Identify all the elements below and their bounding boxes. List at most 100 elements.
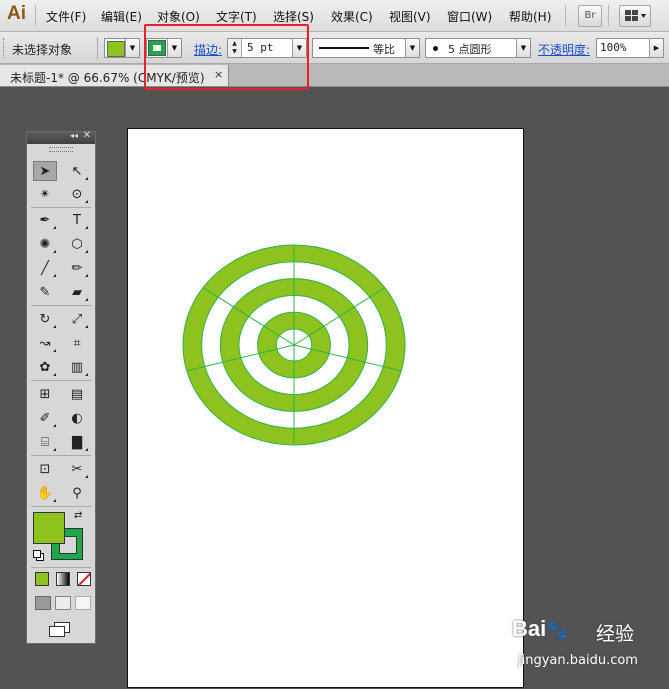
pencil-tool-icon[interactable]: ✏	[65, 258, 89, 278]
polygon-tool-icon[interactable]: ⬡	[65, 234, 89, 254]
stroke-profile-dropdown[interactable]: 等比 ▼	[312, 38, 420, 58]
menu-bar: Ai 文件(F) 编辑(E) 对象(O) 文字(T) 选择(S) 效果(C) 视…	[0, 0, 669, 32]
menu-view[interactable]: 视图(V)	[389, 8, 431, 25]
menu-effect[interactable]: 效果(C)	[331, 8, 373, 25]
concentric-ring-artwork[interactable]	[128, 129, 525, 689]
screen-mode-icon[interactable]	[49, 622, 71, 637]
panel-grip-icon[interactable]	[49, 147, 73, 152]
hand-tool-icon[interactable]: ✋	[33, 483, 57, 503]
tool-divider	[31, 567, 91, 568]
fill-swatch	[107, 41, 125, 57]
tools-panel: ◂◂ ✕ ➤ ↖ ✴ ⊙ ✒ T ✺ ⬡ ╱ ✏ ✎ ▰ ↻ ⤢ ↝ ⌗ ✿ ▥…	[26, 130, 96, 644]
baidu-jingyan-watermark: Bai🐾 经验 jingyan.baidu.com	[512, 616, 662, 676]
menu-type[interactable]: 文字(T)	[216, 8, 257, 25]
blend-tool-icon[interactable]: ◐	[65, 408, 89, 428]
stroke-weight-input[interactable]: 5 pt	[247, 39, 274, 57]
opacity-value-input[interactable]: 100%	[600, 39, 627, 57]
stepper-arrows-icon[interactable]: ▲ ▼	[228, 39, 242, 57]
gradient-mode-button[interactable]	[56, 572, 70, 586]
menu-select[interactable]: 选择(S)	[273, 8, 314, 25]
scale-tool-icon[interactable]: ⤢	[65, 309, 89, 329]
free-transform-tool-icon[interactable]: ⌗	[65, 333, 89, 353]
close-icon[interactable]: ×	[214, 68, 223, 81]
tool-divider	[31, 305, 91, 306]
menu-file[interactable]: 文件(F)	[46, 8, 86, 25]
menu-help[interactable]: 帮助(H)	[509, 8, 551, 25]
tool-divider	[31, 506, 91, 507]
eraser-tool-icon[interactable]: ▰	[65, 282, 89, 302]
menu-object[interactable]: 对象(O)	[157, 8, 200, 25]
workspace-switcher-button[interactable]	[619, 5, 651, 27]
stroke-swatch	[148, 40, 166, 56]
round-brush-dot-icon	[433, 46, 438, 51]
draw-normal-icon[interactable]	[35, 596, 51, 610]
document-tab-label: 未标题-1* @ 66.67% (CMYK/预览)	[10, 71, 205, 85]
panel-grip-icon	[3, 38, 7, 58]
rotate-tool-icon[interactable]: ↻	[33, 309, 57, 329]
mesh-tool-icon[interactable]: ⊞	[33, 384, 57, 404]
flare-tool-icon[interactable]: ✺	[33, 234, 57, 254]
direct-selection-tool-icon[interactable]: ↖	[65, 161, 89, 181]
document-tab[interactable]: 未标题-1* @ 66.67% (CMYK/预览) ×	[0, 65, 229, 86]
symbol-tool-icon[interactable]: ⌸	[33, 432, 57, 452]
collapse-panel-icon[interactable]: ◂◂	[70, 131, 78, 140]
brush-definition-dropdown[interactable]: 5 点圆形 ▼	[425, 38, 531, 58]
stroke-profile-line-icon	[319, 47, 369, 49]
workspace-grid-icon	[625, 10, 646, 21]
stroke-panel-link[interactable]: 描边:	[194, 41, 222, 58]
close-panel-icon[interactable]: ✕	[83, 130, 91, 141]
chevron-down-icon: ▼	[125, 39, 139, 57]
draw-inside-icon[interactable]	[75, 596, 91, 610]
selection-tool-icon[interactable]: ➤	[33, 161, 57, 181]
stroke-weight-stepper[interactable]: ▲ ▼ 5 pt ▼	[227, 38, 307, 58]
chevron-down-icon: ▼	[292, 39, 306, 57]
type-tool-icon[interactable]: T	[65, 210, 89, 230]
swap-fill-stroke-icon[interactable]: ⇄	[74, 510, 82, 521]
fill-swatch-dropdown[interactable]: ▼	[104, 38, 140, 58]
magic-wand-tool-icon[interactable]: ✴	[33, 184, 57, 204]
knife-tool-icon[interactable]: ✂	[65, 459, 89, 479]
warp-tool-icon[interactable]: ↝	[33, 333, 57, 353]
symbol-sprayer-tool-icon[interactable]: ✿	[33, 357, 57, 377]
menu-divider	[565, 5, 566, 26]
chevron-down-icon: ▼	[405, 39, 419, 57]
bridge-button[interactable]: Br	[578, 5, 602, 27]
zoom-tool-icon[interactable]: ⚲	[65, 483, 89, 503]
menu-divider	[35, 5, 36, 26]
column-graph-tool-icon[interactable]: ▇	[65, 432, 89, 452]
stroke-profile-label: 等比	[373, 43, 395, 56]
stroke-swatch-dropdown[interactable]: ▼	[146, 38, 182, 58]
chevron-down-icon: ▶	[649, 39, 663, 57]
blob-brush-tool-icon[interactable]: ✎	[33, 282, 57, 302]
menu-window[interactable]: 窗口(W)	[447, 8, 492, 25]
menu-edit[interactable]: 编辑(E)	[101, 8, 142, 25]
opacity-panel-link[interactable]: 不透明度:	[538, 41, 590, 58]
selection-status: 未选择对象	[12, 43, 73, 57]
tools-panel-titlebar[interactable]: ◂◂ ✕	[27, 130, 95, 144]
tool-divider	[31, 380, 91, 381]
tool-divider	[31, 455, 91, 456]
lasso-tool-icon[interactable]: ⊙	[65, 184, 89, 204]
artboard[interactable]	[127, 128, 524, 688]
eyedropper-tool-icon[interactable]: ✐	[33, 408, 57, 428]
color-mode-button[interactable]	[35, 572, 49, 586]
chevron-down-icon: ▼	[167, 39, 181, 57]
paintbrush-tool-icon[interactable]: ╱	[33, 258, 57, 278]
watermark-brand: Bai🐾	[512, 616, 569, 641]
pen-tool-icon[interactable]: ✒	[33, 210, 57, 230]
artboard-tool-icon[interactable]: ⊡	[33, 459, 57, 479]
brush-definition-label: 5 点圆形	[448, 43, 492, 56]
none-mode-button[interactable]	[77, 572, 91, 586]
watermark-url: jingyan.baidu.com	[518, 653, 638, 668]
draw-behind-icon[interactable]	[55, 596, 71, 610]
default-fill-stroke-icon[interactable]	[33, 550, 44, 561]
chevron-down-icon: ▼	[516, 39, 530, 57]
opacity-dropdown[interactable]: 100% ▶	[596, 38, 664, 58]
canvas-area[interactable]	[0, 87, 669, 688]
fill-color-swatch[interactable]	[33, 512, 65, 544]
document-tab-strip: 未标题-1* @ 66.67% (CMYK/预览) ×	[0, 64, 669, 87]
graph-tool-icon[interactable]: ▥	[65, 357, 89, 377]
gradient-tool-icon[interactable]: ▤	[65, 384, 89, 404]
app-logo: Ai	[7, 3, 26, 24]
menu-divider	[608, 5, 609, 26]
